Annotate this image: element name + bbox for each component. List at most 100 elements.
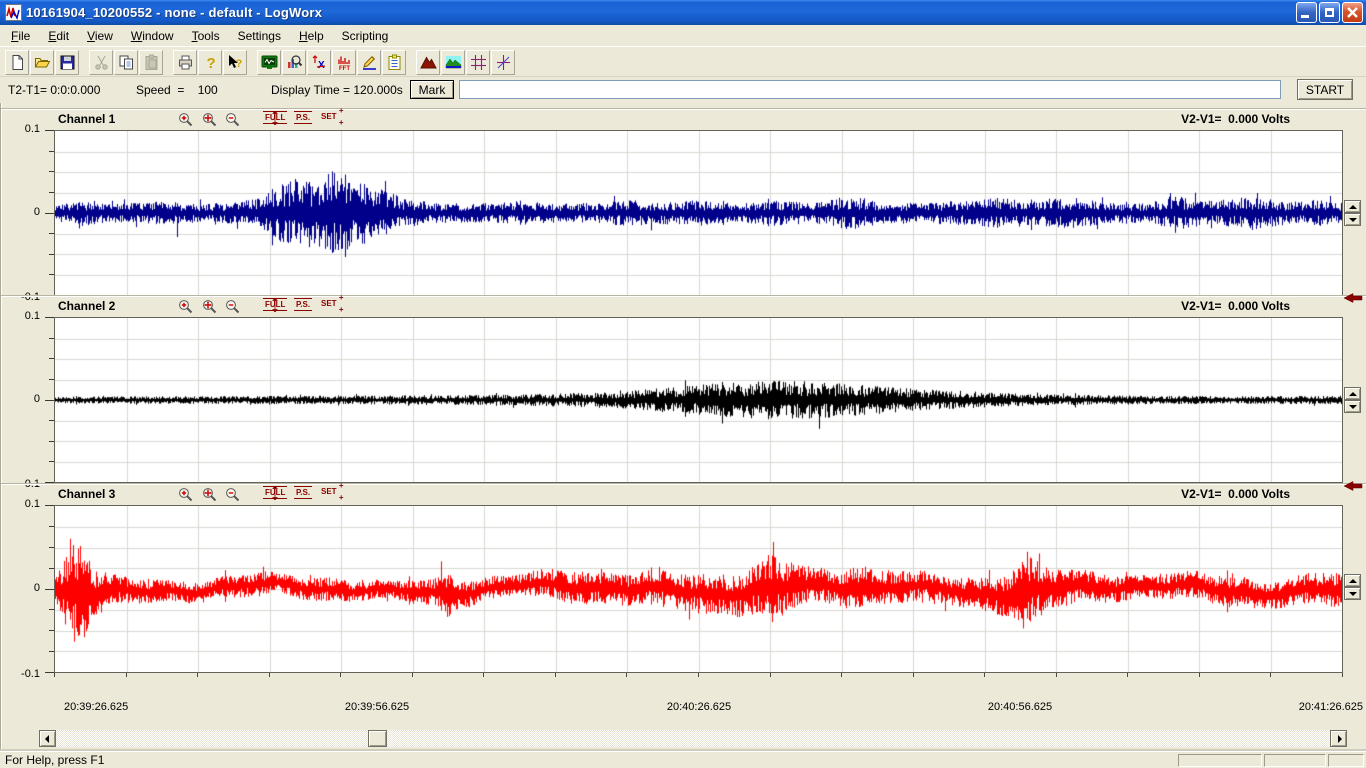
set-scale-button[interactable]: SET++: [319, 111, 339, 122]
menu-tools[interactable]: Tools: [183, 27, 229, 45]
time-scrollbar[interactable]: [39, 730, 1347, 747]
monitor-view-button[interactable]: [257, 50, 281, 75]
clipboard-list-icon: [386, 54, 403, 71]
paste-clipboard-icon: [143, 54, 160, 71]
zoom-in-button[interactable]: [177, 299, 194, 315]
set-scale-button[interactable]: SET++: [319, 486, 339, 497]
save-button[interactable]: [55, 50, 79, 75]
print-icon: [177, 54, 194, 71]
restore-button[interactable]: [1319, 2, 1340, 23]
channel-1-plot[interactable]: [54, 130, 1343, 296]
copy-icon: [118, 54, 135, 71]
peak-scale-label: P.S.: [296, 488, 310, 497]
zoom-out-button[interactable]: [224, 112, 241, 128]
channel-1-waveform[interactable]: [55, 131, 1342, 295]
scrollbar-thumb[interactable]: [368, 730, 387, 747]
settings-list-button[interactable]: [382, 50, 406, 75]
channel-3-plot[interactable]: [54, 505, 1343, 673]
x-label-4: 20:41:26.625: [1299, 701, 1363, 713]
set-scale-button[interactable]: SET++: [319, 298, 339, 309]
spin-up-button[interactable]: [1344, 387, 1361, 400]
menu-window[interactable]: Window: [122, 27, 183, 45]
zoom-in-icon: [178, 487, 194, 503]
fft-button[interactable]: FFT: [332, 50, 356, 75]
scroll-right-button[interactable]: [1330, 730, 1347, 747]
up-arrow-icon: [1349, 392, 1357, 396]
cut-button[interactable]: [89, 50, 113, 75]
full-scale-button[interactable]: FULL: [263, 486, 287, 499]
menu-help[interactable]: Help: [290, 27, 333, 45]
cursor-marker-icon[interactable]: [1344, 481, 1363, 491]
zoom-out-button[interactable]: [224, 487, 241, 503]
zoom-in-icon: [178, 299, 194, 315]
menu-scripting[interactable]: Scripting: [333, 27, 398, 45]
channel-2-waveform[interactable]: [55, 318, 1342, 482]
control-row: T2-T1= 0:0:0.000 Speed = 100 Display Tim…: [0, 77, 1366, 103]
spin-up-button[interactable]: [1344, 574, 1361, 587]
set-scale-label: SET: [321, 487, 337, 496]
spin-down-button[interactable]: [1344, 587, 1361, 600]
close-button[interactable]: [1342, 2, 1363, 23]
svg-text:FFT: FFT: [339, 66, 350, 71]
spin-up-button[interactable]: [1344, 200, 1361, 213]
channel-3-waveform[interactable]: [55, 506, 1342, 672]
zoom-pan-icon: [202, 487, 218, 503]
help-question-icon: ?: [202, 54, 219, 71]
new-button[interactable]: [5, 50, 29, 75]
zoom-pan-button[interactable]: [201, 487, 218, 503]
axes-diagonal-button[interactable]: [491, 50, 515, 75]
down-arrow-icon: [1349, 592, 1357, 596]
axes-diagonal-icon: [495, 54, 512, 71]
paste-button[interactable]: [139, 50, 163, 75]
mark-button[interactable]: Mark: [410, 80, 454, 99]
print-button[interactable]: [173, 50, 197, 75]
zoom-out-icon: [225, 299, 241, 315]
zoom-in-button[interactable]: [177, 487, 194, 503]
context-help-button[interactable]: ?: [223, 50, 247, 75]
peak-scale-button[interactable]: P.S.: [294, 486, 312, 499]
channel-3-y-axis: 0.1 0 -0.1: [1, 505, 54, 673]
menu-file[interactable]: File: [2, 27, 39, 45]
about-button[interactable]: ?: [198, 50, 222, 75]
set-plus-icon: +: [339, 293, 344, 302]
annotate-button[interactable]: [357, 50, 381, 75]
grid-axes-button[interactable]: [466, 50, 490, 75]
status-panes: [1178, 754, 1366, 767]
landscape-view-button[interactable]: [441, 50, 465, 75]
menu-settings[interactable]: Settings: [229, 27, 290, 45]
copy-button[interactable]: [114, 50, 138, 75]
y-label-top: 0.1: [25, 123, 40, 135]
mark-text-input[interactable]: [459, 80, 1281, 99]
zoom-in-button[interactable]: [177, 112, 194, 128]
channel-2-plot[interactable]: [54, 317, 1343, 483]
menu-view[interactable]: View: [78, 27, 122, 45]
menu-edit[interactable]: Edit: [39, 27, 78, 45]
channel-2-header: Channel 2 FULL P.S. SET++ V2-V1= 0.000 V…: [1, 295, 1366, 317]
svg-text:?: ?: [206, 55, 215, 71]
peak-scale-button[interactable]: P.S.: [294, 111, 312, 124]
overlay-view-button[interactable]: [416, 50, 440, 75]
minimize-button[interactable]: [1296, 2, 1317, 23]
set-scale-label: SET: [321, 112, 337, 121]
zoom-pan-button[interactable]: [201, 112, 218, 128]
scroll-left-button[interactable]: [39, 730, 56, 747]
cursor-marker-icon[interactable]: [1344, 293, 1363, 303]
peak-scale-button[interactable]: P.S.: [294, 298, 312, 311]
updown-arrow-icon: [272, 486, 279, 500]
zoom-pan-button[interactable]: [201, 299, 218, 315]
zoom-out-button[interactable]: [224, 299, 241, 315]
spin-down-button[interactable]: [1344, 400, 1361, 413]
start-button[interactable]: START: [1297, 79, 1353, 100]
channel-1-label: Channel 1: [58, 112, 115, 126]
spin-down-button[interactable]: [1344, 213, 1361, 226]
zoom-analyze-button[interactable]: [282, 50, 306, 75]
x-label-2: 20:40:26.625: [667, 701, 731, 713]
open-folder-icon: [34, 54, 51, 71]
new-file-icon: [9, 54, 26, 71]
full-scale-button[interactable]: FULL: [263, 111, 287, 124]
open-button[interactable]: [30, 50, 54, 75]
yx-axes-button[interactable]: X: [307, 50, 331, 75]
channel-1-offset-spinner: [1344, 200, 1361, 226]
full-scale-button[interactable]: FULL: [263, 298, 287, 311]
toolbar: ? ? X FFT: [0, 46, 1366, 77]
